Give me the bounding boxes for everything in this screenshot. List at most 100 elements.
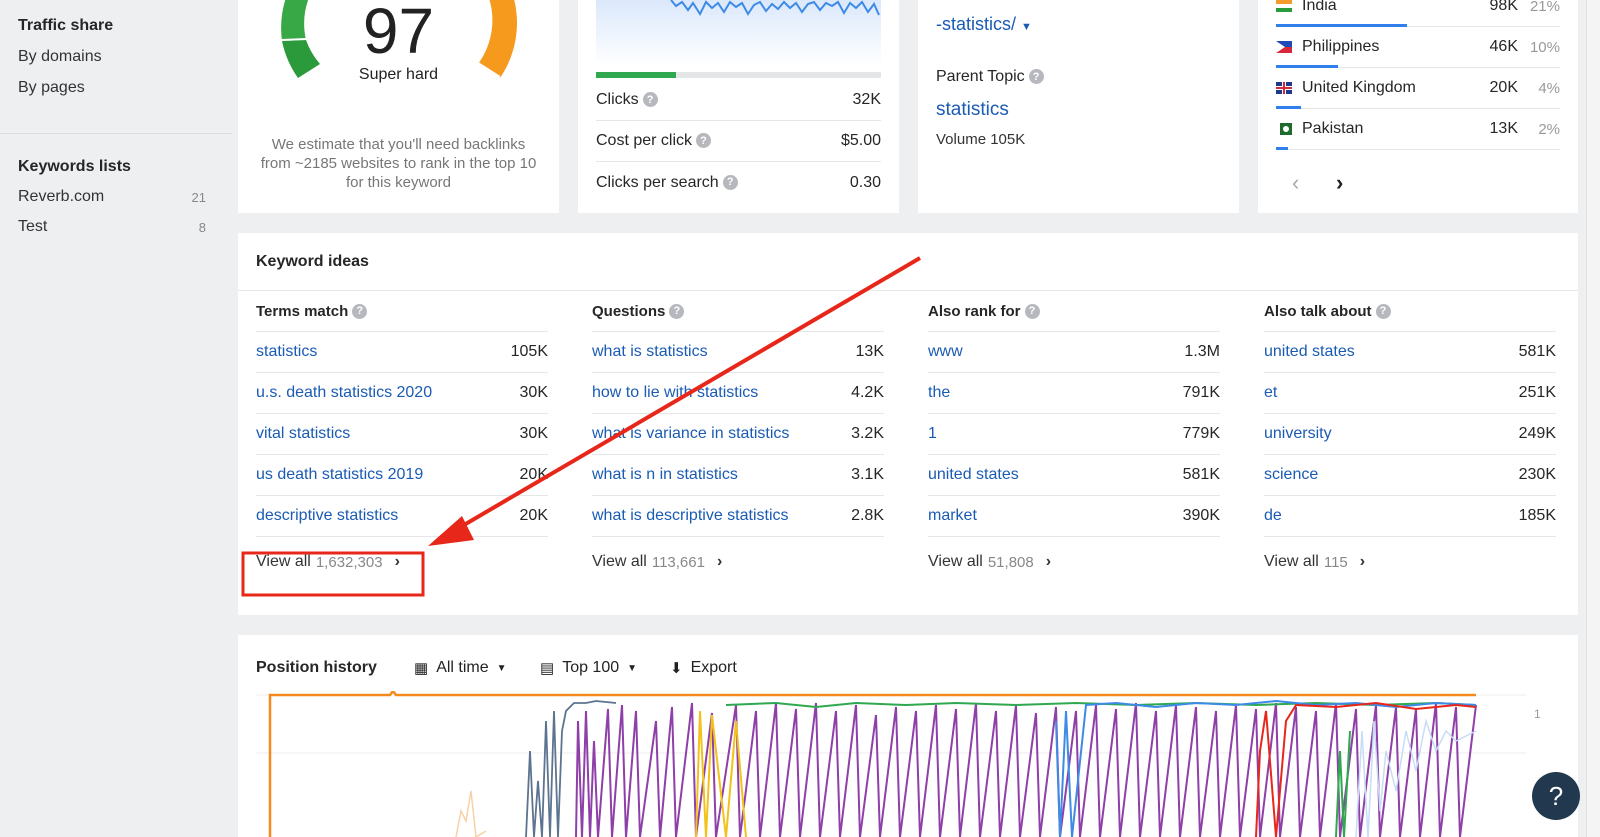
country-share-bar: [1276, 147, 1289, 150]
cut-off-url: [936, 0, 1226, 6]
help-button[interactable]: ?: [1532, 772, 1580, 820]
sidebar: Traffic share By domains By pages Keywor…: [0, 0, 232, 837]
keyword-row: market 390K: [928, 496, 1220, 537]
keyword-row: what is statistics 13K: [592, 332, 884, 373]
flag-united-kingdom-icon: [1276, 82, 1292, 94]
help-icon[interactable]: ?: [1028, 69, 1044, 85]
prev-page-button[interactable]: ‹: [1292, 170, 1299, 196]
chevron-right-icon: ›: [394, 553, 400, 570]
kd-label: Super hard: [358, 66, 439, 83]
kd-description: We estimate that you'll need backlinks f…: [260, 136, 537, 191]
calendar-icon: ▦: [414, 660, 429, 677]
list-icon: ▤: [540, 660, 555, 677]
countries-card: India 98K 21% Philippines 46K 10% United…: [1258, 0, 1578, 213]
parent-topic-label: Parent Topic?: [936, 68, 1044, 86]
ki-column-questions: Questions? what is statistics 13K how to …: [592, 291, 884, 587]
sidebar-list-item[interactable]: Test 8: [18, 218, 206, 236]
flag-philippines-icon: [1276, 41, 1292, 53]
keyword-row: descriptive statistics 20K: [256, 496, 548, 537]
ki-column-header: Also rank for?: [928, 291, 1220, 332]
range-dropdown[interactable]: ▦ All time ▼: [414, 659, 507, 677]
keyword-row: university 249K: [1264, 414, 1556, 455]
list-count: 21: [191, 189, 206, 205]
position-history-title: Position history: [256, 659, 377, 676]
keyword-row: 1 779K: [928, 414, 1220, 455]
keyword-row: united states 581K: [928, 455, 1220, 496]
position-history-chart: [256, 691, 1526, 837]
keyword-row: et 251K: [1264, 373, 1556, 414]
ki-column-terms-match: Terms match? statistics 105K u.s. death s…: [256, 291, 548, 587]
view-all-button[interactable]: View all 115 ›: [1264, 537, 1556, 587]
position-history-card: Position history ▦ All time ▼ ▤ Top 100 ▼ …: [238, 635, 1578, 837]
clicks-card: Clicks? 32K Cost per click? $5.00 Clicks…: [578, 0, 899, 213]
metric-clicks: Clicks? 32K: [596, 80, 881, 121]
sidebar-keywords-lists-heading: Keywords lists: [18, 158, 131, 175]
help-icon[interactable]: ?: [352, 303, 368, 319]
ki-column-header: Questions?: [592, 291, 884, 332]
clicks-progress-fill: [596, 72, 676, 78]
sidebar-item-by-domains[interactable]: By domains: [18, 48, 206, 66]
help-icon[interactable]: ?: [696, 133, 712, 149]
keyword-row: what is n in statistics 3.1K: [592, 455, 884, 496]
chevron-right-icon: ›: [1359, 553, 1366, 570]
keyword-ideas-title: Keyword ideas: [256, 253, 369, 270]
keyword-row: www 1.3M: [928, 332, 1220, 373]
country-row[interactable]: Philippines 46K 10%: [1276, 27, 1560, 68]
help-icon[interactable]: ?: [669, 303, 685, 319]
sidebar-list-item[interactable]: Reverb.com 21: [18, 188, 206, 206]
help-icon[interactable]: ?: [1024, 303, 1040, 319]
parent-topic-link[interactable]: statistics: [936, 99, 1009, 121]
export-button[interactable]: ⬇ Export: [670, 659, 737, 677]
metric-cpc: Cost per click? $5.00: [596, 121, 881, 162]
parent-topic-card: -statistics/▼ Parent Topic? statistics V…: [918, 0, 1239, 213]
flag-pakistan-icon: [1276, 123, 1292, 135]
sidebar-traffic-share-heading: Traffic share: [18, 17, 114, 34]
keyword-row: the 791K: [928, 373, 1220, 414]
volume-sparkline: [596, 0, 881, 66]
caret-down-icon: ▼: [496, 662, 507, 674]
kd-score: 97: [362, 0, 435, 67]
metric-cps: Clicks per search? 0.30: [596, 173, 881, 191]
country-row[interactable]: United Kingdom 20K 4%: [1276, 68, 1560, 109]
caret-down-icon: ▼: [1021, 21, 1032, 33]
download-icon: ⬇: [670, 660, 683, 677]
country-row[interactable]: Pakistan 13K 2%: [1276, 109, 1560, 150]
help-icon[interactable]: ?: [642, 92, 658, 108]
help-icon[interactable]: ?: [722, 174, 738, 190]
top-dropdown[interactable]: ▤ Top 100 ▼: [540, 659, 637, 677]
keyword-row: statistics 105K: [256, 332, 548, 373]
keyword-row: de 185K: [1264, 496, 1556, 537]
keyword-row: how to lie with statistics 4.2K: [592, 373, 884, 414]
country-row[interactable]: India 98K 21%: [1276, 0, 1560, 27]
keyword-row: united states 581K: [1264, 332, 1556, 373]
caret-down-icon: ▼: [627, 662, 638, 674]
keyword-row: what is variance in statistics 3.2K: [592, 414, 884, 455]
keyword-row: vital statistics 30K: [256, 414, 548, 455]
axis-label: 1: [1534, 707, 1541, 721]
keyword-row: us death statistics 2019 20K: [256, 455, 548, 496]
help-icon[interactable]: ?: [1375, 303, 1391, 319]
view-all-button[interactable]: View all 113,661 ›: [592, 537, 884, 587]
ki-column-also-talk-about: Also talk about? united states 581K et 251…: [1264, 291, 1556, 587]
next-page-button[interactable]: ›: [1336, 170, 1343, 196]
keyword-difficulty-card: 97 Super hard We estimate that you'll ne…: [238, 0, 559, 213]
list-count: 8: [198, 219, 206, 235]
ki-column-header: Also talk about?: [1264, 291, 1556, 332]
clicks-progress-track: [596, 72, 881, 78]
keyword-row: u.s. death statistics 2020 30K: [256, 373, 548, 414]
chevron-right-icon: ›: [1045, 553, 1052, 570]
scrollbar[interactable]: [1586, 0, 1600, 837]
keyword-row: science 230K: [1264, 455, 1556, 496]
chevron-right-icon: ›: [716, 553, 723, 570]
sidebar-divider: [0, 133, 232, 134]
parent-topic-volume: Volume 105K: [936, 131, 1026, 148]
sidebar-item-by-pages[interactable]: By pages: [18, 79, 206, 97]
keyword-ideas-card: Keyword ideas Terms match? statistics 105…: [238, 233, 1578, 615]
ki-column-also-rank-for: Also rank for? www 1.3M the 791K 1 779K uni…: [928, 291, 1220, 587]
view-all-button[interactable]: View all 1,632,303 ›: [256, 537, 548, 587]
keyword-row: what is descriptive statistics 2.8K: [592, 496, 884, 537]
ki-column-header: Terms match?: [256, 291, 548, 332]
view-all-button[interactable]: View all 51,808 ›: [928, 537, 1220, 587]
flag-india-icon: [1276, 0, 1292, 12]
parent-url-link[interactable]: -statistics/▼: [936, 14, 1032, 35]
